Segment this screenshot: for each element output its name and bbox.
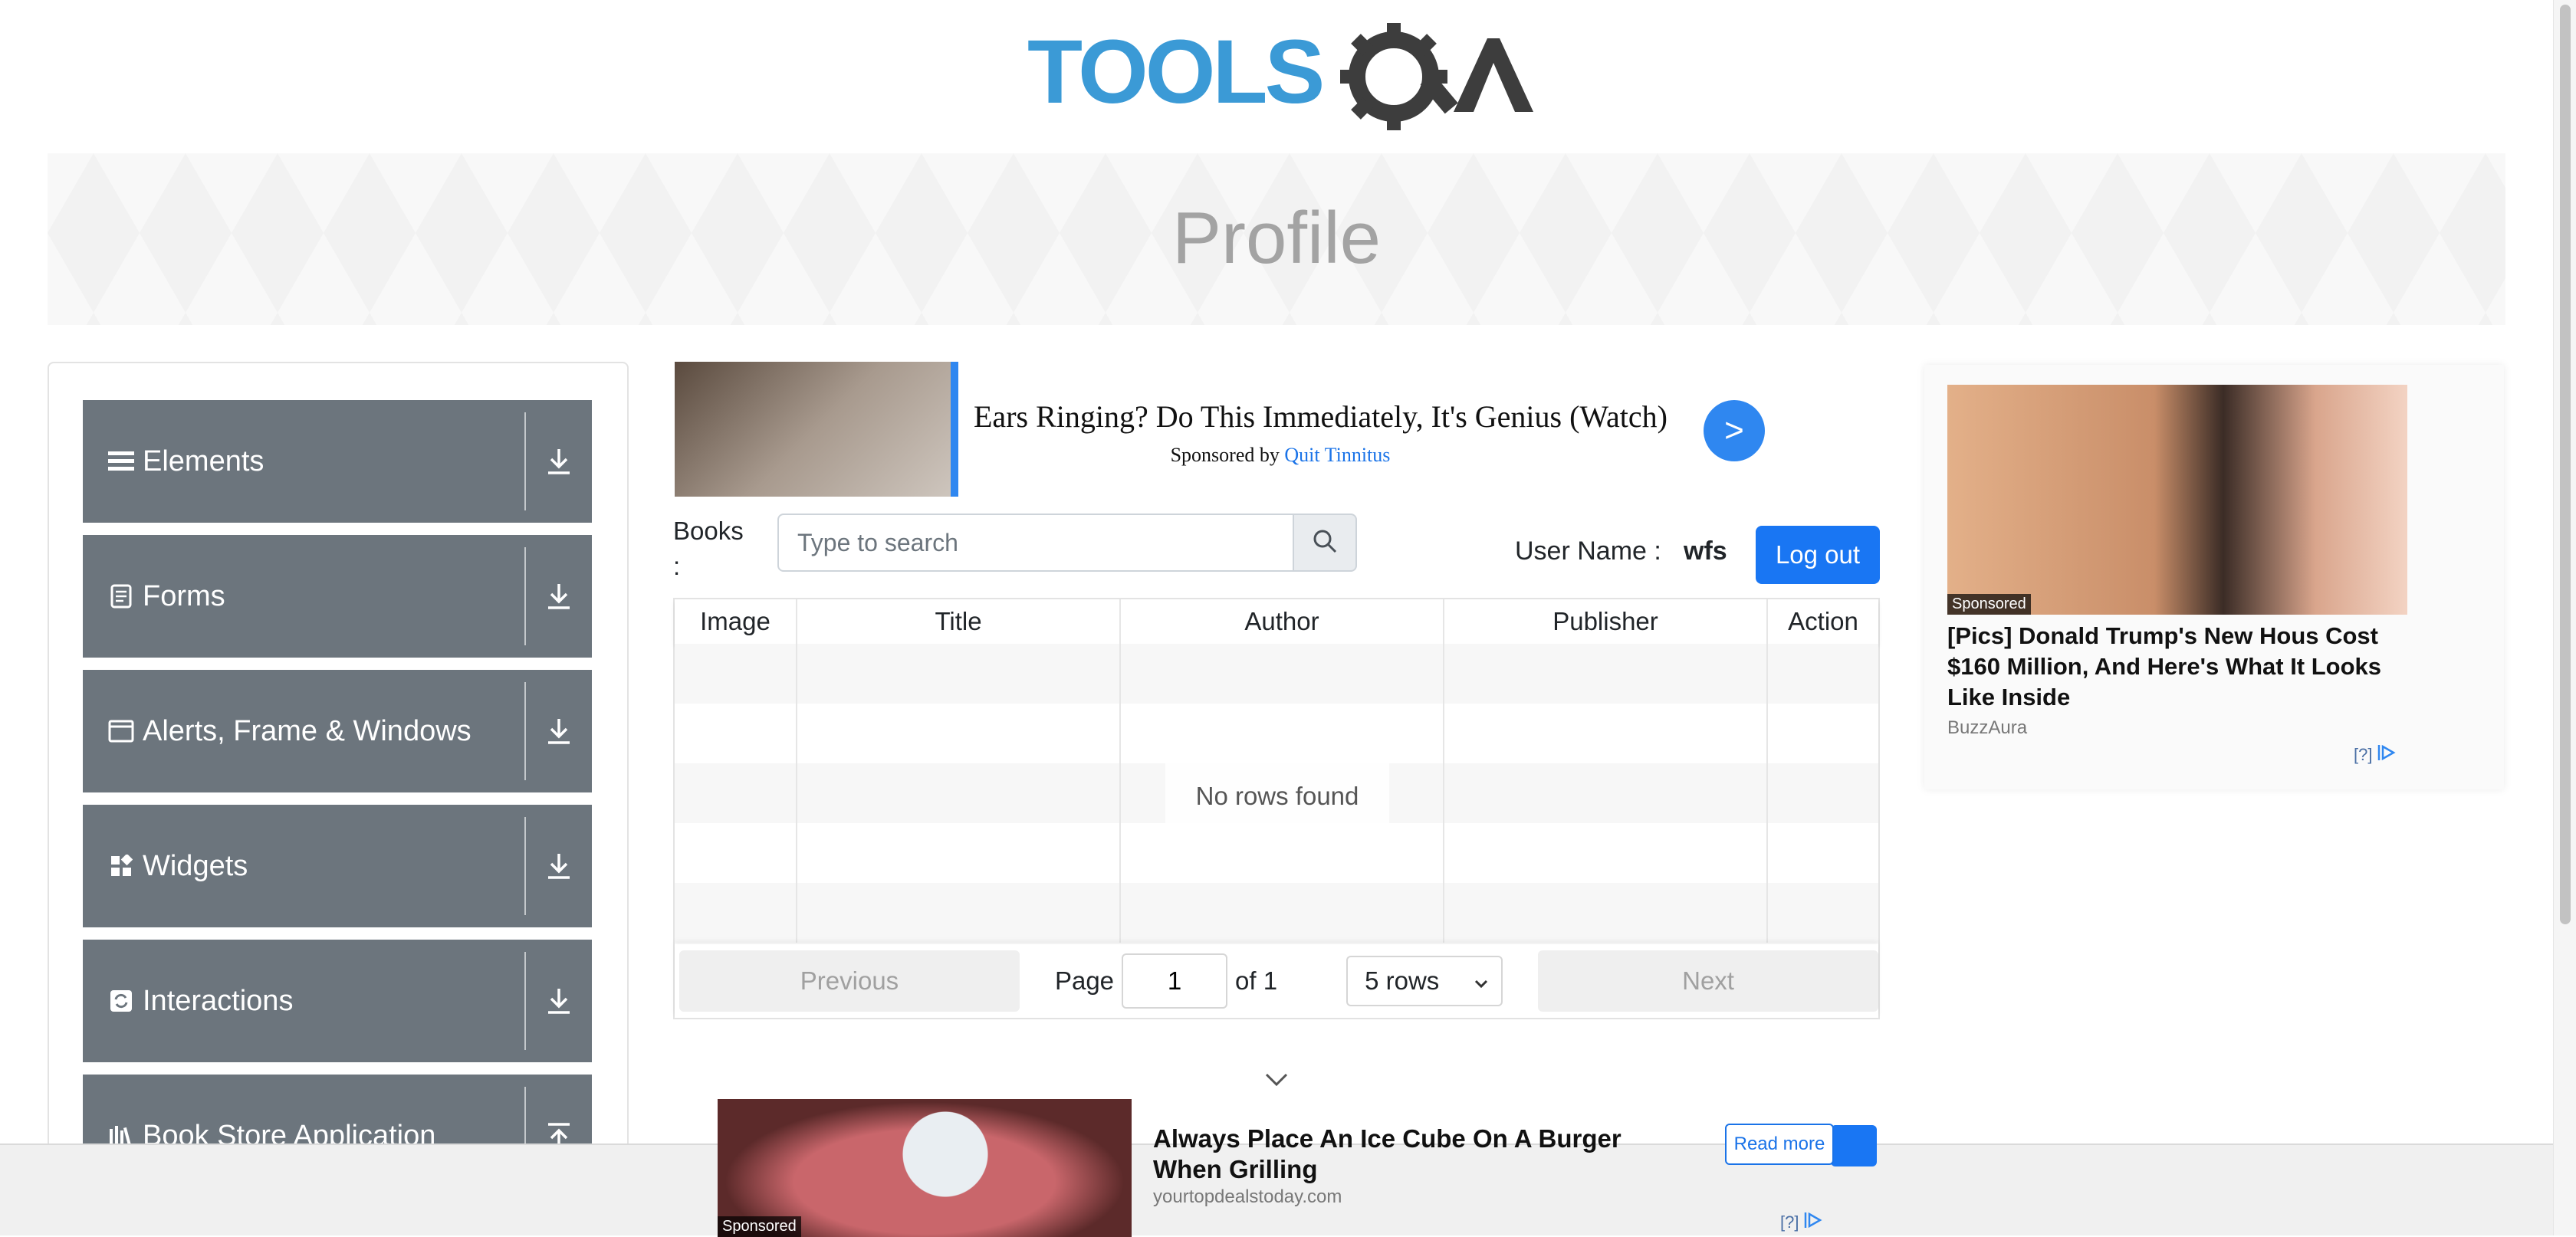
column-header-action[interactable]: Action bbox=[1768, 599, 1878, 644]
username-label: User Name : bbox=[1515, 536, 1661, 566]
adchoices[interactable]: [?] bbox=[1780, 1211, 1823, 1233]
search-box bbox=[777, 514, 1357, 572]
table-header: Image Title Author Publisher Action bbox=[675, 599, 1878, 644]
books-label: Books : bbox=[673, 517, 744, 580]
download-arrow-icon bbox=[526, 852, 592, 880]
page-scrollbar[interactable] bbox=[2553, 0, 2576, 1235]
scrollbar-thumb[interactable] bbox=[2560, 5, 2571, 924]
page-label: Page bbox=[1054, 966, 1115, 995]
page-number-input[interactable] bbox=[1122, 953, 1228, 1009]
sponsored-ad-top[interactable]: Ears Ringing? Do This Immediately, It's … bbox=[675, 362, 1771, 497]
next-button[interactable]: Next bbox=[1538, 950, 1879, 1012]
read-more-button[interactable]: Read more bbox=[1725, 1124, 1834, 1165]
download-arrow-icon bbox=[526, 448, 592, 475]
ad-title[interactable]: [Pics] Donald Trump's New Hous Cost $160… bbox=[1947, 621, 2407, 713]
table-row bbox=[675, 883, 1878, 943]
sidebar-group-widgets[interactable]: Widgets bbox=[83, 805, 592, 927]
table-row bbox=[675, 704, 1878, 763]
toolsqa-logo[interactable]: TOOLS bbox=[1027, 21, 1533, 144]
username-value: wfs bbox=[1684, 536, 1727, 566]
download-arrow-icon bbox=[526, 717, 592, 745]
sidebar-group-label: Alerts, Frame & Windows bbox=[143, 714, 472, 747]
page-title: Profile bbox=[1171, 197, 1382, 279]
adchoices-icon bbox=[1803, 1211, 1823, 1233]
ad-image[interactable]: Sponsored bbox=[718, 1099, 1132, 1237]
search-button[interactable] bbox=[1294, 514, 1357, 572]
search-input[interactable] bbox=[777, 514, 1294, 572]
adchoices-icon bbox=[2377, 743, 2397, 766]
ad-sponsor: Sponsored by Quit Tinnitus bbox=[974, 444, 1587, 467]
ad-sponsor-prefix: Sponsored by bbox=[1170, 444, 1280, 466]
sponsored-tag: Sponsored bbox=[1947, 594, 2031, 615]
page-banner: Profile bbox=[48, 153, 2505, 325]
sidebar-group-alerts-frame-windows[interactable]: Alerts, Frame & Windows bbox=[83, 670, 592, 792]
previous-button[interactable]: Previous bbox=[679, 950, 1020, 1012]
adchoices-label: [?] bbox=[2354, 744, 2373, 764]
column-header-title[interactable]: Title bbox=[797, 599, 1121, 644]
toolsqa-logo-graphic: TOOLS bbox=[1027, 21, 1533, 130]
ad-photo[interactable] bbox=[675, 362, 958, 497]
pagination-bar: Previous Page of 1 5 rows Next bbox=[675, 944, 1879, 1018]
rows-per-page-select[interactable]: 5 rows bbox=[1346, 956, 1503, 1006]
ad-sponsor-name[interactable]: Quit Tinnitus bbox=[1284, 444, 1390, 466]
books-table: Image Title Author Publisher Action No r… bbox=[673, 598, 1880, 1019]
sidebar-group-forms[interactable]: Forms bbox=[83, 535, 592, 658]
chevron-down-icon bbox=[1474, 966, 1489, 996]
column-header-image[interactable]: Image bbox=[675, 599, 797, 644]
sidebar-group-interactions[interactable]: Interactions bbox=[83, 940, 592, 1062]
sponsored-ad-bottom[interactable]: Sponsored Always Place An Ice Cube On A … bbox=[0, 1099, 2553, 1237]
ad-title[interactable]: Always Place An Ice Cube On A Burger Whe… bbox=[1153, 1124, 1674, 1185]
ad-cta-edge[interactable] bbox=[1831, 1125, 1877, 1166]
ad-headline[interactable]: Ears Ringing? Do This Immediately, It's … bbox=[974, 399, 1668, 435]
interactions-icon bbox=[107, 987, 135, 1015]
download-arrow-icon bbox=[526, 987, 592, 1015]
adchoices-label: [?] bbox=[1780, 1212, 1799, 1232]
no-rows-message: No rows found bbox=[1165, 762, 1389, 831]
list-icon bbox=[107, 448, 135, 475]
sidebar-group-label: Elements bbox=[143, 445, 264, 477]
window-icon bbox=[107, 717, 135, 745]
ad-source: BuzzAura bbox=[1947, 717, 2028, 738]
column-header-publisher[interactable]: Publisher bbox=[1444, 599, 1768, 644]
sidebar-group-label: Forms bbox=[143, 579, 225, 612]
table-row bbox=[675, 644, 1878, 704]
adchoices[interactable]: [?] bbox=[2354, 743, 2397, 766]
sidebar-group-label: Widgets bbox=[143, 849, 248, 882]
table-row bbox=[675, 823, 1878, 883]
rows-per-page-value: 5 rows bbox=[1365, 966, 1440, 995]
ad-go-button[interactable]: > bbox=[1704, 400, 1765, 461]
sidebar-group-label: Interactions bbox=[143, 984, 294, 1017]
widgets-icon bbox=[107, 852, 135, 880]
sidebar-group-elements[interactable]: Elements bbox=[83, 400, 592, 523]
sidebar: Elements Forms Alerts, Frame & Windows W… bbox=[48, 362, 629, 1235]
ad-image[interactable]: Sponsored bbox=[1947, 385, 2407, 615]
sponsored-tag: Sponsored bbox=[718, 1216, 801, 1237]
svg-text:TOOLS: TOOLS bbox=[1027, 21, 1322, 123]
sponsored-ad-right[interactable]: Sponsored [Pics] Donald Trump's New Hous… bbox=[1924, 365, 2504, 789]
page-total-label: of 1 bbox=[1235, 966, 1278, 995]
logout-button[interactable]: Log out bbox=[1756, 526, 1880, 584]
chevron-down-icon[interactable] bbox=[1263, 1071, 1290, 1092]
download-arrow-icon bbox=[526, 582, 592, 610]
search-icon bbox=[1312, 528, 1338, 558]
column-header-author[interactable]: Author bbox=[1121, 599, 1444, 644]
ad-source: yourtopdealstoday.com bbox=[1153, 1186, 1342, 1207]
form-icon bbox=[107, 582, 135, 610]
